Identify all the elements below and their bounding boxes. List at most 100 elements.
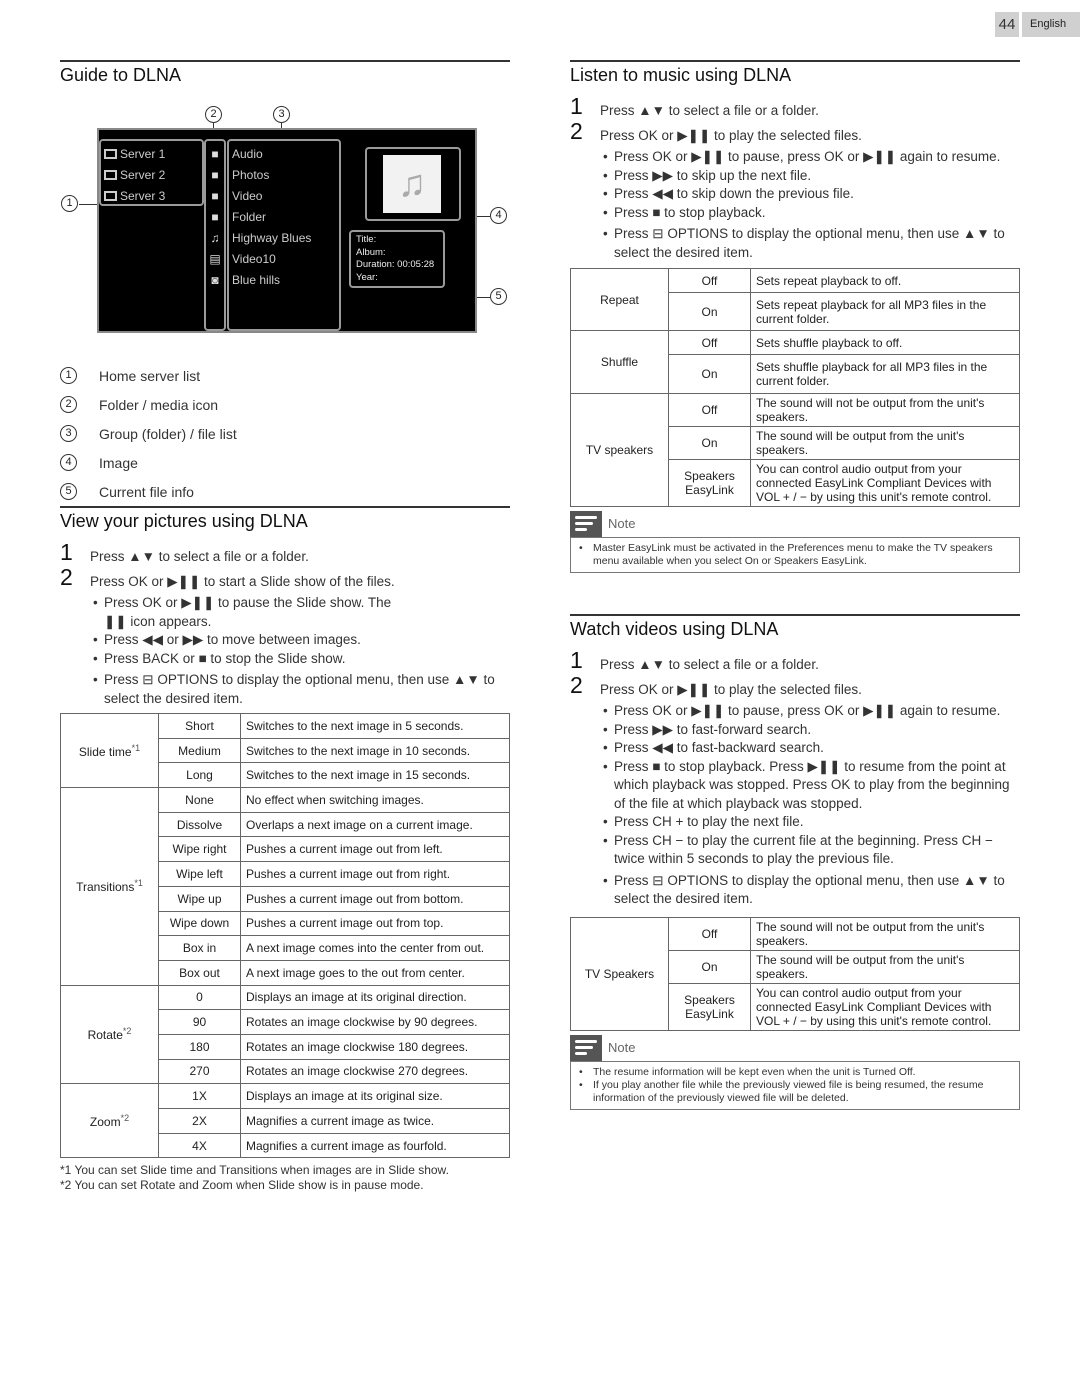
note-header: Note [570,1034,1020,1061]
album-art-frame: ♫ [365,147,461,221]
option-description: Magnifies a current image as twice. [240,1108,510,1134]
step-1: 1 Press ▲▼ to select a file or a folder. [570,647,819,673]
option-value: On [668,354,751,394]
option-description: Switches to the next image in 5 seconds. [240,713,510,739]
note-icon [570,1034,602,1061]
file-list-item[interactable]: Photos [232,165,339,186]
option-description: Pushes a current image out from top. [240,910,510,937]
music-note-icon: ♫ [210,231,220,245]
option-value: Short [158,713,241,739]
option-value: Long [158,762,241,789]
option-description: Overlaps a next image on a current image… [240,811,510,838]
option-description: Displays an image at its original direct… [240,984,510,1011]
step-2: 2 Press OK or ▶❚❚ to play the selected fi… [570,672,862,698]
server-item[interactable]: Server 2 [104,164,202,185]
page-number: 44 [995,12,1019,37]
table-row: Slide time*1 Short Switches to the next im… [60,712,510,789]
option-value: 1X [158,1083,241,1109]
manual-page: { "header": {"page_number": "44", "langu… [0,0,1080,1397]
file-list-item[interactable]: Highway Blues [232,228,339,249]
callout-3: 3 [273,106,290,123]
server-icon [104,169,117,180]
option-value: Off [668,330,751,356]
dlna-screen-diagram: 2 3 1 4 5 Server 1 Server 2 Server 3 ■ ■… [60,92,510,372]
option-description: You can control audio output from your c… [750,458,1020,507]
option-value: Box in [158,935,241,961]
option-description: Switches to the next image in 15 seconds… [240,762,510,789]
slideshow-options-table: Slide time*1 Short Switches to the next im… [60,712,510,1159]
callout-1: 1 [61,195,78,212]
option-description: Rotates an image clockwise 180 degrees. [240,1033,510,1060]
table-row: Zoom*2 1X Displays an image at its origina… [60,1083,510,1159]
music-options-table: Repeat Off Sets repeat playback to off. On S… [570,267,1020,507]
option-value: None [158,787,241,813]
option-value: Off [668,392,751,427]
music-bullets: Press OK or ▶❚❚ to pause, press OK or ▶❚… [570,148,1020,262]
option-description: Pushes a current image out from bottom. [240,885,510,912]
server-item[interactable]: Server 1 [104,143,202,164]
section-title: View your pictures using DLNA [60,506,510,538]
tv-screen: Server 1 Server 2 Server 3 ■ ■ ■ ■ ♫ ▤ ◙… [97,128,477,333]
option-description: A next image goes to the out from center… [240,959,510,986]
option-value: On [668,425,751,460]
current-file-info: Title: Album: Duration: 00:05:28 Year: [349,230,445,288]
option-description: A next image comes into the center from … [240,935,510,961]
option-value: Off [668,268,751,293]
option-description: The sound will be output from the unit's… [750,949,1020,984]
option-group: TV Speakers [570,916,669,1031]
music-image-icon: ♫ [383,155,441,213]
note-box: Master EasyLink must be activated in the… [570,536,1020,573]
folder-icon: ■ [211,210,219,224]
option-group: Shuffle [570,330,669,394]
option-value: Off [668,916,751,951]
section-title: Guide to DLNA [60,60,510,92]
file-list-item[interactable]: Blue hills [232,270,339,291]
option-description: Displays an image at its original size. [240,1083,510,1109]
folder-icon: ■ [211,189,219,203]
note-header: Note [570,510,1020,537]
option-group: Slide time*1 [60,712,159,789]
music-section: Listen to music using DLNA 1 Press ▲▼ to … [570,60,1020,573]
option-group: Rotate*2 [60,984,159,1085]
folder-icon: ■ [211,168,219,182]
server-icon [104,190,117,201]
file-list-item[interactable]: Folder [232,207,339,228]
file-list-item[interactable]: Audio [232,144,339,165]
option-value: 180 [158,1033,241,1060]
option-value: Medium [158,737,241,764]
option-value: Wipe down [158,910,241,937]
option-value: Wipe up [158,885,241,912]
video-bullets: Press OK or ▶❚❚ to pause, press OK or ▶❚… [570,702,1020,909]
option-value: Wipe left [158,861,241,887]
server-item[interactable]: Server 3 [104,185,202,206]
table-row: Transitions*1 None No effect when switchin… [60,787,510,986]
file-list-item[interactable]: Video [232,186,339,207]
option-description: Sets repeat playback for all MP3 files i… [750,291,1020,332]
video-section: Watch videos using DLNA 1 Press ▲▼ to sel… [570,614,1020,1110]
option-value: Dissolve [158,811,241,838]
callout-4: 4 [490,207,507,224]
option-value: Speakers EasyLink [668,458,751,507]
pictures-section: View your pictures using DLNA 1 Press ▲▼ … [60,506,510,1193]
pictures-bullets: Press OK or ▶❚❚ to pause the Slide show.… [60,594,510,708]
option-description: Sets shuffle playback to off. [750,330,1020,356]
guide-section: Guide to DLNA 2 3 1 4 5 Server 1 Server … [60,60,510,506]
option-group: Transitions*1 [60,787,159,986]
table-row: TV Speakers Off The sound will not be outp… [570,916,1020,1031]
server-icon [104,148,117,159]
option-description: Sets shuffle playback for all MP3 files … [750,354,1020,394]
video-options-table: TV Speakers Off The sound will not be outp… [570,916,1020,1031]
file-list: Audio Photos Video Folder Highway Blues … [227,139,341,331]
option-group: TV speakers [570,392,669,507]
file-list-item[interactable]: Video10 [232,249,339,270]
section-title: Watch videos using DLNA [570,614,1020,646]
step-1: 1 Press ▲▼ to select a file or a folder. [570,93,819,119]
option-group: Repeat [570,267,669,332]
option-description: The sound will not be output from the un… [750,916,1020,951]
option-value: 2X [158,1108,241,1134]
camera-icon: ◙ [211,273,219,287]
option-description: You can control audio output from your c… [750,982,1020,1031]
step-1: 1 Press ▲▼ to select a file or a folder. [60,539,309,565]
option-value: Speakers EasyLink [668,982,751,1031]
option-description: No effect when switching images. [240,787,510,813]
